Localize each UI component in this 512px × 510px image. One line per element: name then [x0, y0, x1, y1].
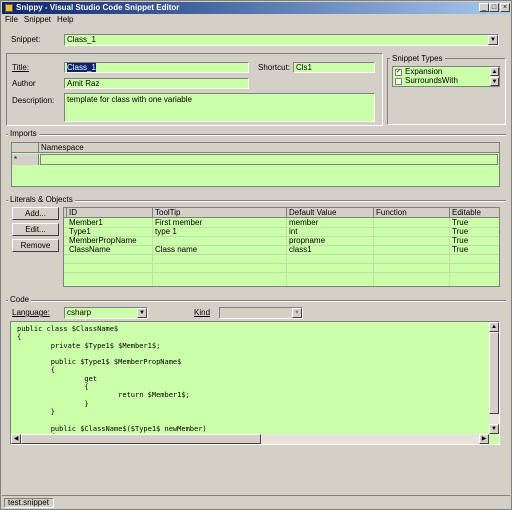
code-hscrollbar[interactable]: ◀ ▶ [11, 434, 489, 444]
shortcut-label: Shortcut: [258, 63, 291, 72]
expansion-checkbox[interactable]: ✓ [395, 69, 402, 76]
cell-default: propname [289, 236, 326, 245]
col-editable-header: Editable [452, 208, 481, 217]
imports-divider [6, 134, 506, 136]
language-combo[interactable]: csharp ▼ [64, 307, 148, 319]
code-text: public class $ClassName$ { private $Type… [17, 325, 207, 441]
grid-line [64, 263, 499, 264]
cell-editable: True [452, 236, 469, 245]
cell-function [374, 236, 376, 245]
col-default-header: Default Value [287, 208, 374, 218]
description-label: Description: [12, 96, 55, 105]
cell-tooltip: type 1 [155, 227, 177, 236]
code-label: Code [8, 295, 32, 305]
minimize-button[interactable]: _ [479, 3, 489, 12]
cell-function [374, 245, 376, 254]
title-value: Class_1 [67, 63, 96, 72]
title-label: Title: [12, 63, 30, 72]
scroll-right-icon[interactable]: ▶ [479, 434, 489, 444]
kind-label: Kind [194, 308, 211, 317]
menu-snippet[interactable]: Snippet [21, 14, 54, 25]
cell-id: Type1 [69, 227, 91, 236]
col-function-header: Function [374, 208, 450, 218]
grid-line [64, 254, 499, 255]
cell-tooltip: Class name [155, 245, 198, 254]
language-value: csharp [67, 308, 92, 317]
chevron-down-icon[interactable]: ▼ [488, 35, 498, 45]
literals-label: Literals & Objects [8, 195, 75, 205]
literals-header: ID ToolTip Default Value Function Editab… [64, 208, 499, 218]
cell-id: Member1 [69, 218, 103, 227]
snippet-label: Snippet: [11, 35, 41, 44]
cell-function [374, 227, 376, 236]
grid-line [64, 227, 499, 228]
kind-combo[interactable]: ▼ [219, 307, 303, 319]
cell-default: class1 [289, 245, 312, 254]
imports-label: Imports [8, 129, 39, 139]
cell-editable: True [452, 218, 469, 227]
cell-default: member [289, 218, 319, 227]
menu-file[interactable]: File [2, 14, 21, 25]
grid-line [64, 245, 499, 246]
scroll-left-icon[interactable]: ◀ [11, 434, 21, 444]
imports-corner [12, 143, 39, 153]
menu-bar: File Snippet Help [2, 14, 510, 25]
close-button[interactable]: × [500, 3, 510, 12]
title-field[interactable]: Class_1 [64, 62, 249, 73]
namespace-header: Namespace [41, 143, 84, 152]
add-literal-button[interactable]: Add... [12, 207, 59, 220]
cell-editable: True [452, 227, 469, 236]
literals-divider [6, 200, 506, 202]
col-id-header: ID [67, 208, 153, 218]
imports-grid[interactable]: Namespace * [11, 142, 500, 187]
snippet-value: Class_1 [67, 35, 96, 44]
snippet-combo[interactable]: Class_1 ▼ [64, 34, 499, 46]
maximize-button[interactable]: □ [489, 3, 499, 12]
author-label: Author [12, 79, 36, 88]
title-bar: Snippy - Visual Studio Code Snippet Edit… [2, 2, 510, 14]
cell-tooltip [153, 236, 155, 245]
cell-default: int [289, 227, 298, 236]
window-title: Snippy - Visual Studio Code Snippet Edit… [16, 3, 180, 12]
description-field[interactable]: template for class with one variable [64, 93, 375, 122]
scroll-up-icon[interactable]: ▲ [489, 322, 499, 332]
surroundswith-checkbox[interactable] [395, 78, 402, 85]
snippet-types-list: ✓ Expansion SurroundsWith ▲ ▼ [392, 66, 500, 87]
main-window: Snippy - Visual Studio Code Snippet Edit… [0, 0, 512, 510]
cell-id: MemberPropName [69, 236, 137, 245]
snippet-types-label: Snippet Types [390, 54, 445, 64]
code-editor[interactable]: public class $ClassName$ { private $Type… [10, 321, 500, 445]
edit-literal-button[interactable]: Edit... [12, 223, 59, 236]
shortcut-field[interactable]: Cls1 [293, 62, 375, 73]
cell-tooltip: First member [155, 218, 203, 227]
menu-help[interactable]: Help [54, 14, 76, 25]
scroll-down-icon[interactable]: ▼ [490, 77, 499, 86]
chevron-down-icon[interactable]: ▼ [292, 308, 302, 318]
scroll-up-icon[interactable]: ▲ [490, 67, 499, 76]
literals-grid[interactable]: ID ToolTip Default Value Function Editab… [63, 207, 500, 287]
app-icon [5, 4, 13, 12]
cell-function [374, 218, 376, 227]
chevron-down-icon[interactable]: ▼ [137, 308, 147, 318]
imports-header: Namespace [12, 143, 499, 153]
col-tooltip-header: ToolTip [153, 208, 287, 218]
author-field[interactable]: Amit Raz [64, 78, 249, 89]
scroll-down-icon[interactable]: ▼ [489, 424, 499, 434]
surroundswith-label: SurroundsWith [405, 76, 458, 85]
grid-line [64, 272, 499, 273]
cell-editable: True [452, 245, 469, 254]
code-vscrollbar[interactable]: ▲ ▼ [489, 322, 499, 434]
language-label: Language: [12, 308, 50, 317]
new-row-marker: * [12, 154, 39, 165]
namespace-input[interactable] [40, 154, 498, 165]
scroll-thumb[interactable] [489, 332, 499, 414]
remove-literal-button[interactable]: Remove [12, 239, 59, 252]
cell-id: ClassName [69, 245, 111, 254]
status-file: test.snippet [4, 498, 54, 508]
status-bar: test.snippet [2, 495, 510, 509]
code-divider [6, 300, 506, 302]
hscroll-thumb[interactable] [21, 434, 261, 444]
